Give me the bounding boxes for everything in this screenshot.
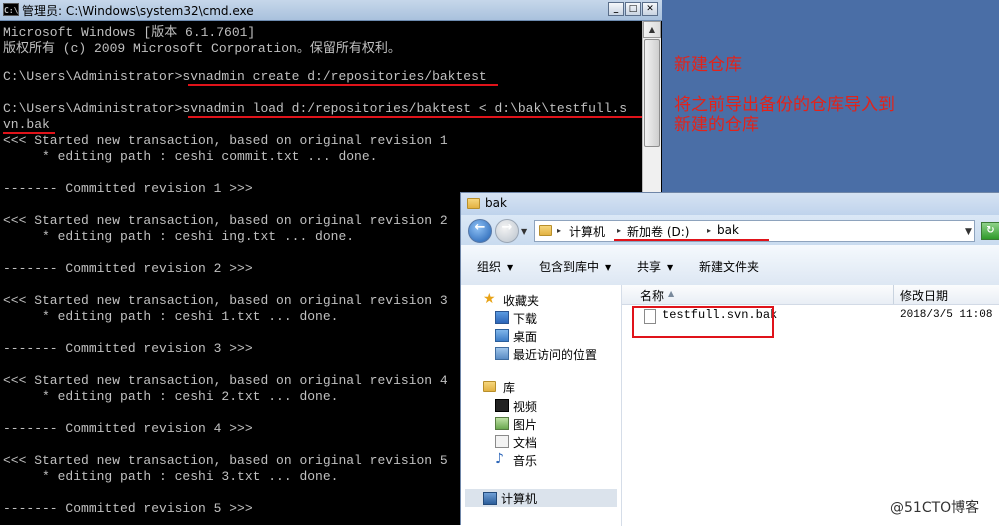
star-icon: ★	[483, 291, 496, 307]
pictures-icon	[495, 417, 509, 430]
chevron-right-icon[interactable]: ▸	[617, 226, 621, 235]
nav-favorites[interactable]: 收藏夹	[503, 292, 539, 309]
cmd-window-title: 管理员: C:\Windows\system32\cmd.exe	[22, 4, 254, 18]
share-button[interactable]: 共享 ▼	[637, 258, 673, 275]
column-divider[interactable]	[893, 285, 894, 304]
console-line: ------- Committed revision 2 >>>	[3, 261, 253, 276]
nav-videos[interactable]: 视频	[513, 398, 537, 415]
back-button[interactable]: ←	[468, 219, 492, 243]
highlight-underline	[3, 132, 55, 134]
downloads-icon	[495, 311, 509, 324]
console-line: <<< Started new transaction, based on or…	[3, 293, 448, 308]
chevron-down-icon: ▼	[507, 263, 514, 272]
recent-places-icon	[495, 347, 509, 360]
forward-button[interactable]: →	[495, 219, 519, 243]
console-line: 版权所有 (c) 2009 Microsoft Corporation。保留所有…	[3, 41, 401, 56]
explorer-window-title: bak	[485, 196, 507, 210]
breadcrumb-computer[interactable]: 计算机	[569, 223, 605, 240]
column-name[interactable]: 名称	[640, 287, 664, 304]
console-line: <<< Started new transaction, based on or…	[3, 133, 448, 148]
command-bar: 组织 ▼ 包含到库中 ▼ 共享 ▼ 新建文件夹	[461, 245, 999, 286]
recent-pages-dropdown-icon[interactable]: ▼	[521, 227, 527, 236]
file-list: 名称 ▲ 修改日期 testfull.svn.bak 2018/3/5 11:0…	[622, 285, 999, 526]
file-modified-date: 2018/3/5 11:08	[900, 309, 993, 321]
console-line: <<< Started new transaction, based on or…	[3, 453, 448, 468]
explorer-title-bar[interactable]: bak	[461, 193, 999, 215]
highlight-underline	[188, 116, 642, 118]
highlight-box	[632, 306, 774, 338]
console-line: <<< Started new transaction, based on or…	[3, 373, 448, 388]
console-line: vn.bak	[3, 117, 50, 132]
console-line: ------- Committed revision 4 >>>	[3, 421, 253, 436]
breadcrumb-folder[interactable]: bak	[717, 223, 739, 237]
console-line: ------- Committed revision 5 >>>	[3, 501, 253, 516]
console-line: Microsoft Windows [版本 6.1.7601]	[3, 25, 256, 40]
console-line: <<< Started new transaction, based on or…	[3, 213, 448, 228]
address-dropdown-icon[interactable]: ▼	[965, 227, 972, 237]
computer-icon	[483, 492, 497, 505]
chevron-right-icon[interactable]: ▸	[707, 226, 711, 235]
breadcrumb-drive[interactable]: 新加卷 (D:)	[627, 223, 689, 240]
documents-icon	[495, 435, 509, 448]
nav-computer-label: 计算机	[501, 492, 538, 506]
highlight-underline	[614, 239, 769, 241]
watermark: @51CTO博客	[890, 500, 980, 516]
annotation-create-repo: 新建仓库	[674, 55, 742, 75]
sort-ascending-icon: ▲	[668, 289, 675, 298]
music-icon: ♪	[495, 451, 504, 467]
organize-label: 组织	[477, 260, 502, 274]
videos-icon	[495, 399, 509, 412]
maximize-button[interactable]: □	[625, 2, 641, 16]
annotation-import-line2: 新建的仓库	[674, 115, 759, 135]
console-line: ------- Committed revision 1 >>>	[3, 181, 253, 196]
console-line: * editing path : ceshi commit.txt ... do…	[3, 149, 378, 164]
nav-music[interactable]: 音乐	[513, 452, 537, 469]
console-line: * editing path : ceshi 2.txt ... done.	[3, 389, 339, 404]
close-button[interactable]: ✕	[642, 2, 658, 16]
nav-libraries[interactable]: 库	[503, 379, 515, 396]
console-line: ------- Committed revision 3 >>>	[3, 341, 253, 356]
highlight-underline	[188, 84, 498, 86]
chevron-down-icon: ▼	[667, 263, 674, 272]
minimize-button[interactable]: _	[608, 2, 624, 16]
cmd-title-bar[interactable]: C:\ 管理员: C:\Windows\system32\cmd.exe _ □…	[0, 0, 662, 21]
nav-computer[interactable]: 计算机	[465, 489, 617, 507]
console-line: C:\Users\Administrator>svnadmin load d:/…	[3, 101, 628, 116]
navigation-pane: ★ 收藏夹 下载 桌面 最近访问的位置 库 视频 图片 文档 ♪ 音乐 计算机	[461, 285, 622, 526]
chevron-right-icon[interactable]: ▸	[557, 226, 561, 235]
console-line: C:\Users\Administrator>svnadmin create d…	[3, 69, 487, 84]
console-line: * editing path : ceshi 1.txt ... done.	[3, 309, 339, 324]
include-label: 包含到库中	[539, 260, 600, 274]
scroll-thumb[interactable]	[644, 39, 660, 147]
scroll-up-icon[interactable]: ▲	[643, 21, 661, 38]
chevron-down-icon: ▼	[605, 263, 612, 272]
console-line: * editing path : ceshi 3.txt ... done.	[3, 469, 339, 484]
nav-documents[interactable]: 文档	[513, 434, 537, 451]
folder-icon	[467, 198, 480, 209]
nav-pictures[interactable]: 图片	[513, 416, 537, 433]
column-modified[interactable]: 修改日期	[900, 287, 948, 304]
explorer-window: bak ← → ▼ ▸ 计算机 ▸ 新加卷 (D:) ▸ bak ▼ ↻ 组织 ▼…	[460, 192, 999, 526]
new-folder-button[interactable]: 新建文件夹	[699, 258, 759, 275]
share-label: 共享	[637, 260, 662, 274]
nav-desktop[interactable]: 桌面	[513, 328, 537, 345]
column-header-row: 名称 ▲ 修改日期	[622, 285, 999, 305]
folder-icon	[539, 225, 552, 236]
organize-button[interactable]: 组织 ▼	[477, 258, 513, 275]
desktop-icon	[495, 329, 509, 342]
console-line: * editing path : ceshi ing.txt ... done.	[3, 229, 355, 244]
library-icon	[483, 381, 496, 392]
cmd-app-icon: C:\	[3, 3, 19, 16]
nav-downloads[interactable]: 下载	[513, 310, 537, 327]
include-in-library-button[interactable]: 包含到库中 ▼	[539, 258, 611, 275]
address-bar-row: ← → ▼ ▸ 计算机 ▸ 新加卷 (D:) ▸ bak ▼ ↻	[461, 215, 999, 245]
refresh-button[interactable]: ↻	[981, 222, 999, 240]
nav-recent[interactable]: 最近访问的位置	[513, 346, 597, 363]
annotation-panel: 新建仓库 将之前导出备份的仓库导入到 新建的仓库	[662, 0, 999, 192]
